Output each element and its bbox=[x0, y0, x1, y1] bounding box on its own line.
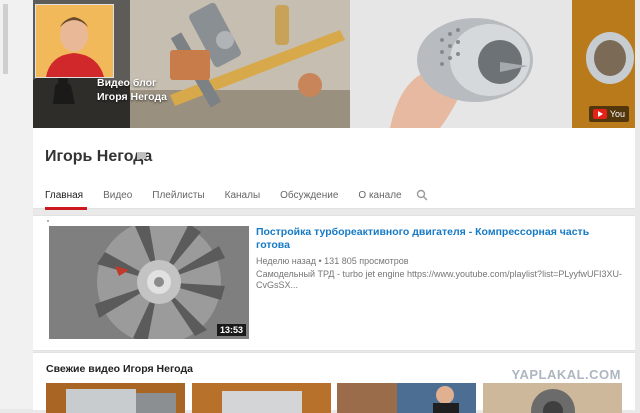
hammer-image bbox=[130, 0, 350, 128]
featured-video-info: Постройка турбореактивного двигателя - К… bbox=[256, 226, 626, 291]
scrollbar-thumb[interactable] bbox=[3, 4, 8, 74]
search-icon[interactable] bbox=[416, 182, 430, 206]
channel-banner: Видео блог Игоря Негода You bbox=[33, 0, 635, 128]
youtube-link-label: You bbox=[609, 109, 625, 119]
fresh-videos-title[interactable]: Свежие видео Игоря Негода bbox=[46, 363, 193, 375]
tab-home[interactable]: Главная bbox=[37, 182, 91, 210]
channel-tabs: Главная Видео Плейлисты Каналы Обсуждени… bbox=[33, 182, 430, 210]
description-line-1: Самодельный ТРД - turbo jet engine https… bbox=[256, 269, 622, 279]
tab-channels[interactable]: Каналы bbox=[217, 182, 269, 208]
featured-video-thumbnail[interactable]: 13:53 bbox=[49, 226, 249, 339]
banner-caption: Видео блог Игоря Негода bbox=[97, 76, 167, 104]
tab-videos[interactable]: Видео bbox=[95, 182, 140, 208]
tab-discussion[interactable]: Обсуждение bbox=[272, 182, 346, 208]
banner-panel-hammer bbox=[130, 0, 350, 128]
featured-video-meta: Неделю назад • 131 805 просмотров bbox=[256, 256, 409, 266]
channel-page: Видео блог Игоря Негода You Игорь Негода… bbox=[33, 0, 635, 413]
watermark: YAPLAKAL.COM bbox=[511, 367, 621, 382]
nozzle-image bbox=[350, 0, 572, 128]
video-duration: 13:53 bbox=[216, 324, 246, 336]
turbine-image bbox=[49, 226, 249, 339]
channel-avatar[interactable] bbox=[35, 4, 114, 78]
featured-video-description: Самодельный ТРД - turbo jet engine https… bbox=[256, 269, 626, 291]
banner-panel-nozzle bbox=[350, 0, 572, 128]
banner-caption-line1: Видео блог bbox=[97, 77, 157, 89]
youtube-logo-icon bbox=[592, 109, 607, 119]
banner-caption-line2: Игоря Негода bbox=[97, 91, 167, 103]
left-rail bbox=[0, 0, 33, 409]
avatar-image bbox=[36, 5, 113, 77]
youtube-link[interactable]: You bbox=[588, 106, 629, 122]
tab-about[interactable]: О канале bbox=[350, 182, 409, 208]
tab-playlists[interactable]: Плейлисты bbox=[144, 182, 212, 208]
channel-header: Игорь Негода Главная Видео Плейлисты Кан… bbox=[33, 128, 635, 210]
section-marker bbox=[47, 220, 49, 222]
featured-section: 13:53 Постройка турбореактивного двигате… bbox=[33, 215, 635, 351]
description-line-2: CvGsSX... bbox=[256, 280, 299, 290]
verified-badge-icon bbox=[137, 152, 146, 159]
featured-video-title[interactable]: Постройка турбореактивного двигателя - К… bbox=[256, 226, 626, 252]
